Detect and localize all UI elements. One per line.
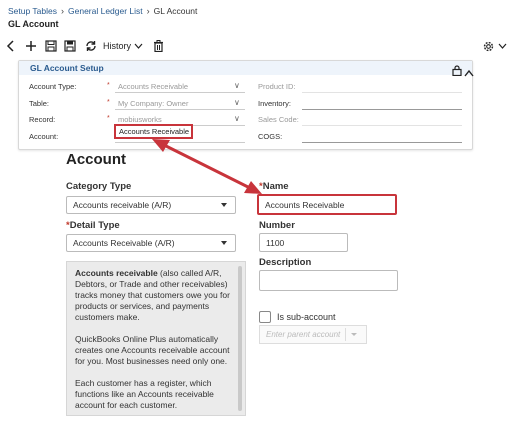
name-label: *Name [259,181,289,192]
description-input[interactable] [259,270,398,291]
category-type-value: Accounts receivable (A/R) [73,200,172,210]
description-label: Description [259,257,312,268]
chevron-down-icon [351,333,357,336]
account-form-title: Account [66,151,126,168]
chevron-down-icon [221,241,227,245]
number-input[interactable]: 1100 [259,233,348,252]
name-input[interactable]: Accounts Receivable [257,194,397,215]
parent-account-select[interactable]: Enter parent account [259,325,367,344]
help-text-3: Each customer has a register, which func… [75,378,214,410]
parent-account-placeholder: Enter parent account [266,330,341,339]
category-type-label: Category Type [66,181,132,192]
sub-account-checkbox[interactable] [259,311,271,323]
number-label: Number [259,220,295,231]
help-scrollbar[interactable] [238,266,242,411]
category-type-select[interactable]: Accounts receivable (A/R) [66,196,236,214]
detail-type-label: *Detail Type [66,220,120,231]
help-text-2: QuickBooks Online Plus automatically cre… [75,334,230,366]
detail-type-help: Accounts receivable (also called A/R, De… [66,261,246,416]
name-value: Accounts Receivable [265,199,345,210]
sub-account-label: Is sub-account [277,312,336,322]
select-divider [345,328,346,341]
number-value: 1100 [266,237,285,248]
detail-type-value: Accounts Receivable (A/R) [73,238,175,248]
chevron-down-icon [221,203,227,207]
detail-type-select[interactable]: Accounts Receivable (A/R) [66,234,236,252]
help-term: Accounts receivable [75,268,158,278]
